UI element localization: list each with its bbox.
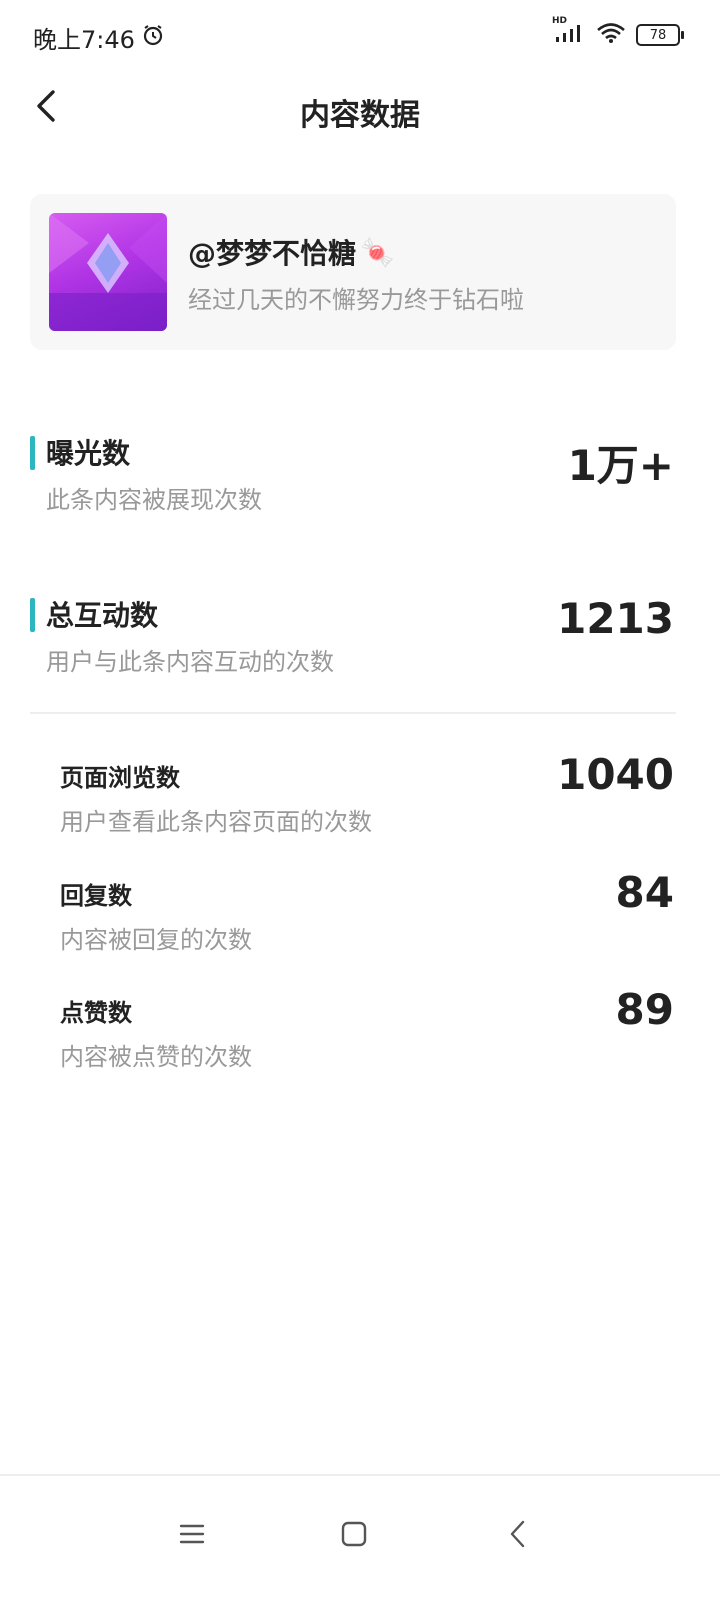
metric-description: 内容被回复的次数 xyxy=(60,926,252,954)
metric-value: 1万+ xyxy=(567,441,674,490)
metric-label: 页面浏览数 xyxy=(60,764,180,792)
battery-icon: 78 xyxy=(636,24,684,46)
alarm-icon xyxy=(141,23,165,53)
status-time-group: 晚上7:46 xyxy=(33,20,165,55)
post-author: @梦梦不恰糖 🍬 xyxy=(188,232,395,272)
post-thumbnail xyxy=(49,213,167,331)
status-icons: HD 78 xyxy=(552,16,684,48)
wifi-icon xyxy=(596,22,626,48)
accent-bar xyxy=(30,436,35,470)
signal-icon: HD xyxy=(552,16,586,48)
battery-level: 78 xyxy=(649,27,667,43)
post-description: 经过几天的不懈努力终于钻石啦 xyxy=(188,286,524,314)
system-back-button[interactable] xyxy=(488,1506,548,1566)
metric-value: 84 xyxy=(615,868,674,917)
back-icon xyxy=(508,1519,528,1553)
metric-label: 曝光数 xyxy=(46,437,131,470)
metric-value: 89 xyxy=(615,985,674,1034)
network-label: HD xyxy=(552,16,568,26)
metric-value: 1040 xyxy=(557,750,674,799)
status-bar: 晚上7:46 HD 78 xyxy=(0,0,720,70)
metric-label: 回复数 xyxy=(60,882,132,910)
recent-apps-button[interactable] xyxy=(162,1506,222,1566)
page-title: 内容数据 xyxy=(300,98,420,133)
metric-description: 此条内容被展现次数 xyxy=(46,486,262,514)
metric-label: 总互动数 xyxy=(46,599,159,632)
candy-emoji: 🍬 xyxy=(360,235,395,269)
metric-description: 用户查看此条内容页面的次数 xyxy=(60,808,372,836)
author-name: @梦梦不恰糖 xyxy=(188,237,357,270)
accent-bar xyxy=(30,598,35,632)
metric-label: 点赞数 xyxy=(60,999,132,1027)
top-bar: 内容数据 xyxy=(0,70,720,150)
home-icon xyxy=(340,1520,368,1552)
metric-value: 1213 xyxy=(557,594,674,643)
menu-icon xyxy=(179,1523,205,1549)
metric-description: 内容被点赞的次数 xyxy=(60,1043,252,1071)
divider xyxy=(30,712,676,714)
status-time: 晚上7:46 xyxy=(33,26,135,54)
home-button[interactable] xyxy=(324,1506,384,1566)
system-nav-bar xyxy=(0,1474,720,1602)
post-card[interactable]: @梦梦不恰糖 🍬 经过几天的不懈努力终于钻石啦 xyxy=(30,194,676,350)
metric-description: 用户与此条内容互动的次数 xyxy=(46,648,334,676)
